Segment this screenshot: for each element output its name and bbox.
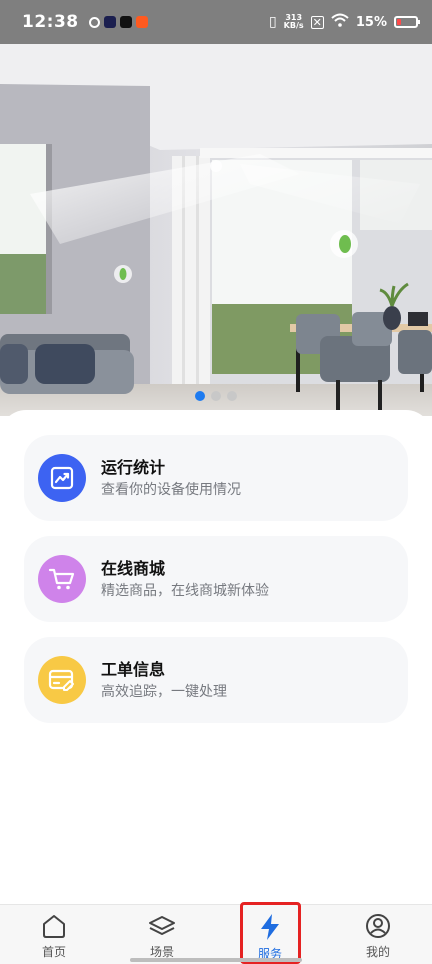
carousel-dot[interactable] bbox=[211, 391, 221, 401]
carousel-dot[interactable] bbox=[227, 391, 237, 401]
cart-icon bbox=[38, 555, 86, 603]
card-work-order[interactable]: 工单信息 高效追踪，一键处理 bbox=[24, 637, 408, 723]
video-app-icon bbox=[103, 16, 116, 28]
shopping-app-icon bbox=[135, 16, 148, 28]
battery-percent: 15% bbox=[355, 14, 387, 30]
sim-off-icon: ✕ bbox=[310, 15, 324, 29]
layers-icon bbox=[149, 916, 175, 935]
card-title: 工单信息 bbox=[101, 659, 166, 679]
notification-icons bbox=[88, 16, 148, 28]
carousel-dot[interactable] bbox=[195, 391, 205, 401]
battery-icon bbox=[394, 16, 420, 28]
status-bar: 12:38 ▯ 313 KB/s ✕ 15% bbox=[0, 0, 432, 44]
nav-item-home[interactable]: 首页 bbox=[0, 905, 108, 964]
card-online-mall[interactable]: 在线商城 精选商品，在线商城新体验 bbox=[24, 536, 408, 622]
nav-item-mine[interactable]: 我的 bbox=[324, 905, 432, 964]
card-subtitle: 精选商品，在线商城新体验 bbox=[101, 582, 269, 599]
home-icon bbox=[43, 915, 65, 938]
bottom-nav: 首页 场景 服务 我的 bbox=[0, 904, 432, 964]
status-right: ▯ 313 KB/s ✕ 15% bbox=[268, 13, 420, 31]
tiktok-icon bbox=[119, 16, 132, 28]
carousel-indicator bbox=[0, 391, 432, 401]
home-indicator[interactable] bbox=[130, 958, 302, 962]
service-sheet: 运行统计 查看你的设备使用情况 在线商城 精选商品，在线商城新体验 工单信息 高… bbox=[0, 410, 432, 910]
status-time: 12:38 bbox=[22, 12, 79, 32]
card-run-statistics[interactable]: 运行统计 查看你的设备使用情况 bbox=[24, 435, 408, 521]
chart-icon bbox=[38, 454, 86, 502]
card-title: 运行统计 bbox=[101, 457, 166, 477]
banner-image bbox=[0, 44, 432, 416]
nav-label: 首页 bbox=[41, 945, 66, 959]
bolt-icon bbox=[261, 914, 279, 940]
card-subtitle: 高效追踪，一键处理 bbox=[101, 683, 227, 700]
wifi-icon bbox=[331, 13, 349, 31]
vibrate-icon: ▯ bbox=[268, 14, 277, 30]
card-subtitle: 查看你的设备使用情况 bbox=[101, 481, 241, 498]
app-notification-icon bbox=[88, 16, 100, 28]
banner-carousel[interactable] bbox=[0, 44, 432, 416]
user-icon bbox=[366, 914, 390, 938]
net-speed-unit: KB/s bbox=[283, 21, 304, 30]
card-edit-icon bbox=[38, 656, 86, 704]
net-speed: 313 KB/s bbox=[284, 14, 304, 30]
nav-item-service[interactable]: 服务 bbox=[216, 905, 324, 964]
card-title: 在线商城 bbox=[101, 558, 166, 578]
nav-label: 我的 bbox=[365, 945, 390, 959]
nav-item-scene[interactable]: 场景 bbox=[108, 905, 216, 964]
